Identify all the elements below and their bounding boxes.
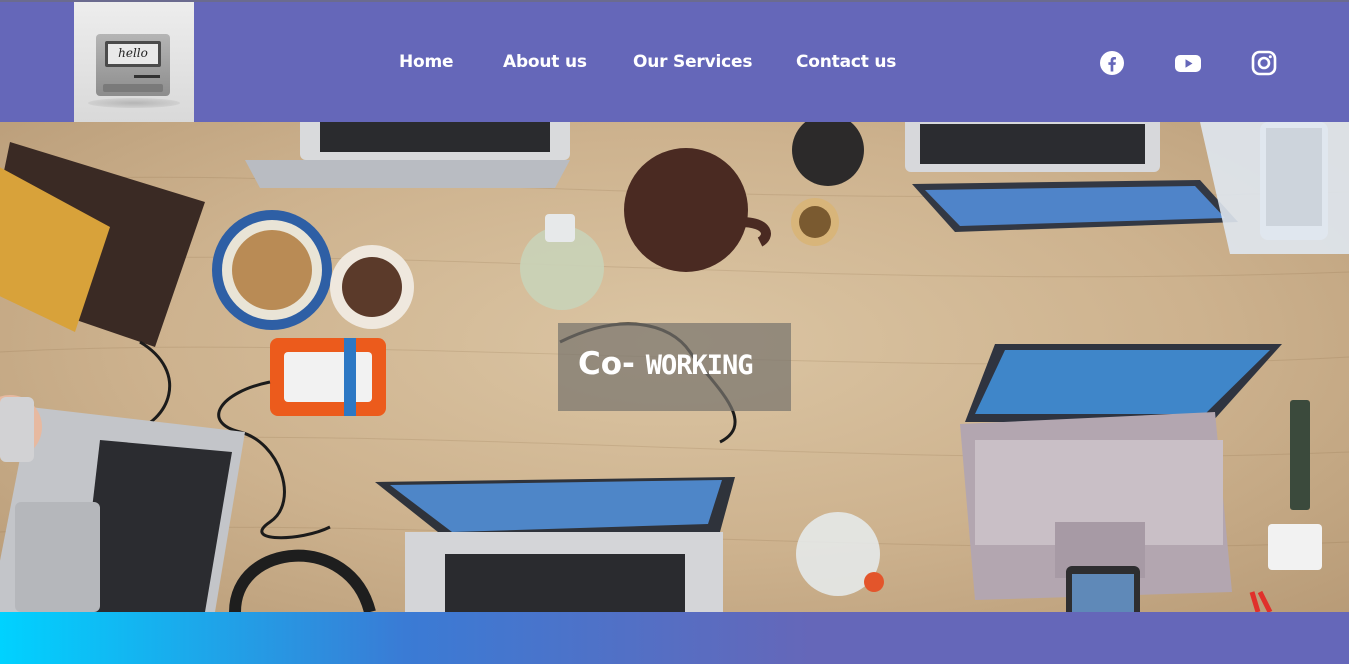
instagram-icon[interactable] <box>1251 50 1277 76</box>
facebook-icon[interactable] <box>1099 50 1125 76</box>
hero-title: Co- WORKING <box>578 346 754 382</box>
site-logo[interactable]: hello <box>74 2 194 122</box>
computer-logo-icon: hello <box>96 34 170 96</box>
nav-about-link[interactable]: About us <box>503 52 587 72</box>
logo-disk-slot <box>134 75 160 78</box>
gradient-band <box>0 612 1349 664</box>
teapot <box>624 148 748 272</box>
hero-title-prefix: Co- <box>578 346 635 382</box>
logo-base <box>103 84 163 92</box>
notebook-left <box>0 142 205 347</box>
laptop-top-left <box>245 122 570 188</box>
nav-services-link[interactable]: Our Services <box>633 52 752 72</box>
navbar: hello Home About us Our Services Contact… <box>0 2 1349 122</box>
nav-home-link[interactable]: Home <box>399 52 454 72</box>
laptop-bottom-right <box>960 344 1282 600</box>
youtube-icon[interactable] <box>1175 50 1201 76</box>
laptop-top-right <box>905 122 1238 232</box>
logo-screen: hello <box>105 41 161 67</box>
hero-title-accent: WORKING <box>645 350 754 381</box>
hero-banner: Co- WORKING <box>0 122 1349 612</box>
logo-shadow <box>88 98 180 108</box>
laptop-bottom-center <box>375 477 735 612</box>
logo-text: hello <box>118 46 148 60</box>
nav-contact-link[interactable]: Contact us <box>796 52 896 72</box>
hero-title-box: Co- WORKING <box>558 323 791 411</box>
headphones <box>229 549 376 612</box>
